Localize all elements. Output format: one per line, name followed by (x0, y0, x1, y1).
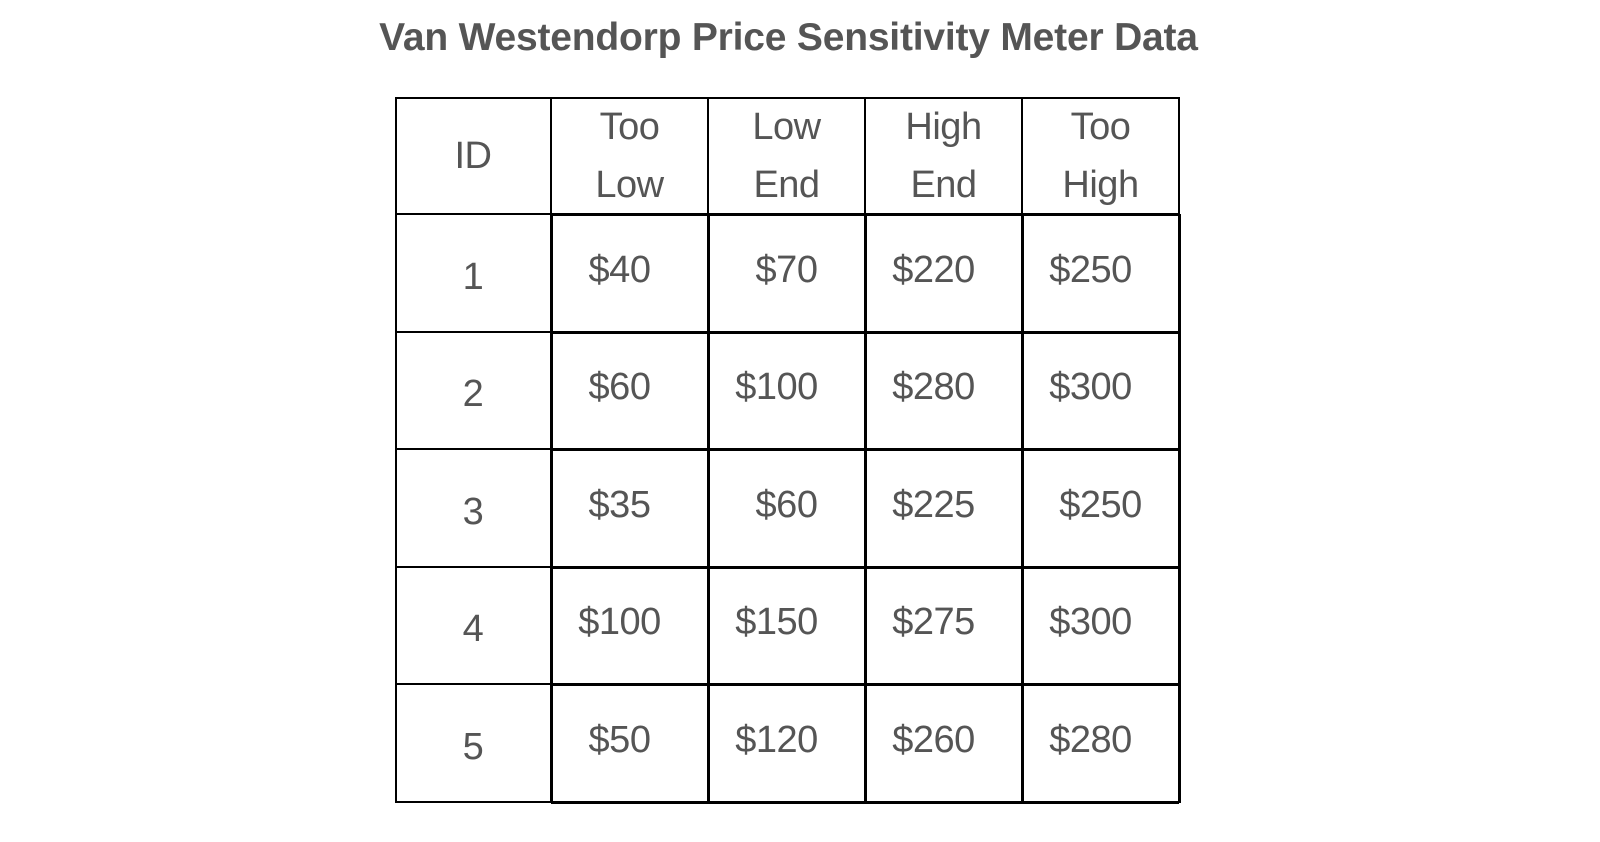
cell-value: $250 (1049, 248, 1132, 291)
price-sensitivity-table: ID Too Low Low End High End Too High 1 $40 $70 $220 $… (395, 97, 1181, 804)
column-divider (550, 97, 552, 214)
column-divider (1021, 214, 1024, 803)
header-line: Low (595, 163, 664, 206)
column-divider (864, 214, 867, 803)
cell-id: 4 (395, 567, 551, 684)
cell-low-end: $70 (708, 214, 865, 332)
cell-value: $300 (1049, 366, 1132, 408)
header-id: ID (395, 97, 551, 214)
row-divider (395, 683, 551, 685)
cell-value: $280 (1049, 718, 1132, 761)
cell-too-low: $40 (551, 214, 708, 332)
cell-low-end: $100 (708, 332, 865, 449)
cell-low-end: $150 (708, 567, 865, 684)
header-line: ID (454, 134, 493, 177)
row-divider (395, 448, 551, 450)
cell-too-low: $60 (551, 332, 708, 449)
column-divider (707, 214, 710, 803)
header-line: High (905, 105, 982, 148)
cell-low-end: $120 (708, 684, 865, 802)
cell-too-high: $280 (1022, 684, 1179, 802)
header-line: Too (599, 105, 660, 148)
row-divider (395, 213, 551, 215)
cell-id: 1 (395, 214, 551, 332)
cell-value: $225 (892, 483, 975, 526)
row-divider (395, 566, 551, 568)
row-divider (395, 801, 551, 803)
header-high-end: High End (865, 97, 1022, 214)
cell-value: 5 (462, 725, 484, 768)
column-divider (1178, 214, 1181, 803)
cell-high-end: $220 (865, 214, 1022, 332)
row-divider (395, 331, 551, 333)
cell-value: $275 (892, 601, 975, 643)
header-too-high: Too High (1022, 97, 1179, 214)
column-divider (1021, 97, 1023, 214)
cell-id: 5 (395, 684, 551, 802)
cell-high-end: $275 (865, 567, 1022, 684)
cell-too-high: $250 (1022, 449, 1179, 567)
cell-value: $50 (588, 718, 651, 761)
table-border-top (395, 97, 1179, 99)
cell-value: $40 (588, 248, 651, 291)
column-divider (864, 97, 866, 214)
cell-value: $260 (892, 718, 975, 761)
cell-value: $300 (1049, 601, 1132, 643)
cell-value: 1 (462, 255, 484, 298)
cell-id: 2 (395, 332, 551, 449)
cell-value: $250 (1059, 483, 1142, 526)
page-title: Van Westendorp Price Sensitivity Meter D… (379, 16, 1198, 59)
cell-high-end: $260 (865, 684, 1022, 802)
cell-value: 3 (462, 490, 484, 533)
cell-value: 4 (462, 608, 484, 650)
cell-too-high: $250 (1022, 214, 1179, 332)
cell-low-end: $60 (708, 449, 865, 567)
cell-value: 2 (462, 373, 484, 415)
cell-id: 3 (395, 449, 551, 567)
header-line: Too (1070, 105, 1131, 148)
column-divider (1178, 97, 1180, 214)
cell-value: $150 (735, 601, 818, 643)
cell-too-high: $300 (1022, 567, 1179, 684)
cell-value: $100 (578, 601, 661, 643)
column-divider (550, 214, 553, 803)
header-line: Low (752, 105, 821, 148)
cell-high-end: $280 (865, 332, 1022, 449)
cell-value: $220 (892, 248, 975, 291)
header-low-end: Low End (708, 97, 865, 214)
cell-too-low: $35 (551, 449, 708, 567)
header-too-low: Too Low (551, 97, 708, 214)
cell-value: $60 (755, 483, 818, 526)
header-line: High (1062, 163, 1139, 206)
cell-too-low: $50 (551, 684, 708, 802)
column-divider (707, 97, 709, 214)
cell-too-low: $100 (551, 567, 708, 684)
cell-too-high: $300 (1022, 332, 1179, 449)
cell-value: $280 (892, 366, 975, 408)
cell-value: $100 (735, 366, 818, 408)
header-line: End (910, 163, 977, 206)
cell-value: $60 (588, 366, 651, 408)
cell-high-end: $225 (865, 449, 1022, 567)
header-line: End (753, 163, 820, 206)
cell-value: $120 (735, 718, 818, 761)
cell-value: $35 (588, 483, 651, 526)
cell-value: $70 (755, 248, 818, 291)
